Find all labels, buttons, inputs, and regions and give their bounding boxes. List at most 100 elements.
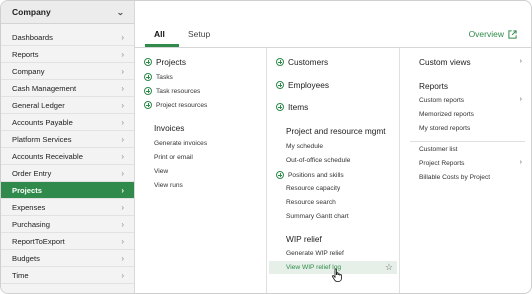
print-or-email-link[interactable]: Print or email: [154, 154, 193, 161]
sidebar-header-label: Company: [12, 7, 51, 17]
sidebar-item-label: Budgets: [12, 253, 40, 263]
plus-icon: [276, 58, 284, 66]
sidebar-item-label: Cash Management: [12, 83, 77, 93]
chevron-right-icon: ›: [121, 151, 124, 161]
sidebar: Company ⌄ Dashboards › Reports › Company › …: [1, 1, 135, 293]
chevron-right-icon: ›: [519, 58, 522, 65]
sidebar-item-label: ReportToExport: [12, 236, 65, 246]
billable-costs-by-project-link[interactable]: Billable Costs by Project: [419, 174, 490, 181]
custom-reports-link[interactable]: Custom reports: [419, 97, 464, 104]
sidebar-item-budgets[interactable]: Budgets ›: [1, 250, 134, 267]
my-schedule-link[interactable]: My schedule: [286, 143, 323, 150]
project-resource-mgmt-heading: Project and resource mgmt: [286, 126, 386, 136]
memorized-reports-link[interactable]: Memorized reports: [419, 111, 474, 118]
generate-wip-relief-link[interactable]: Generate WIP relief: [286, 250, 344, 257]
chevron-right-icon: ›: [121, 219, 124, 229]
items-link[interactable]: Items: [276, 102, 308, 112]
sidebar-item-label: Projects: [12, 185, 42, 195]
view-runs-link[interactable]: View runs: [154, 182, 183, 189]
my-stored-reports-link[interactable]: My stored reports: [419, 125, 470, 132]
sidebar-item-purchasing[interactable]: Purchasing ›: [1, 216, 134, 233]
employees-label: Employees: [288, 80, 330, 90]
chevron-right-icon: ›: [121, 134, 124, 144]
sidebar-item-label: Platform Services: [12, 134, 72, 144]
wip-relief-heading: WIP relief: [286, 234, 322, 244]
task-resources-label: Task resources: [156, 87, 201, 95]
out-of-office-schedule-link[interactable]: Out-of-office schedule: [286, 157, 350, 164]
tab-all[interactable]: All: [154, 29, 165, 39]
chevron-down-icon: ⌄: [116, 7, 125, 17]
summary-gantt-chart-link[interactable]: Summary Gantt chart: [286, 213, 349, 220]
positions-and-skills-link[interactable]: Positions and skills: [276, 171, 344, 179]
sidebar-item-label: Purchasing: [12, 219, 50, 229]
sidebar-item-label: Dashboards: [12, 32, 53, 42]
sidebar-item-cash-management[interactable]: Cash Management ›: [1, 80, 134, 97]
project-resources-label: Project resources: [156, 101, 208, 109]
active-tab-indicator: [145, 44, 179, 47]
menu-panel: All Setup Overview Projects Tasks Task r…: [135, 1, 531, 293]
overview-link[interactable]: Overview: [469, 29, 517, 39]
divider: [410, 141, 525, 142]
project-resources-link[interactable]: Project resources: [144, 101, 207, 109]
task-resources-link[interactable]: Task resources: [144, 87, 200, 95]
plus-icon: [144, 87, 152, 95]
customers-link[interactable]: Customers: [276, 57, 328, 67]
chevron-right-icon: ›: [121, 32, 124, 42]
sidebar-item-time[interactable]: Time ›: [1, 267, 134, 284]
sidebar-item-projects[interactable]: Projects ›: [1, 182, 134, 199]
customers-label: Customers: [288, 57, 329, 67]
sidebar-item-label: Accounts Payable: [12, 117, 73, 127]
plus-icon: [276, 81, 284, 89]
sidebar-menu: Dashboards › Reports › Company › Cash Manag…: [1, 24, 134, 284]
projects-link[interactable]: Projects: [144, 57, 186, 67]
invoices-heading: Invoices: [154, 123, 185, 133]
sidebar-item-accounts-payable[interactable]: Accounts Payable ›: [1, 114, 134, 131]
sidebar-item-expenses[interactable]: Expenses ›: [1, 199, 134, 216]
sidebar-item-reports[interactable]: Reports ›: [1, 46, 134, 63]
tasks-link[interactable]: Tasks: [144, 73, 173, 81]
resource-capacity-link[interactable]: Resource capacity: [286, 185, 340, 192]
resource-search-link[interactable]: Resource search: [286, 199, 336, 206]
chevron-right-icon: ›: [121, 83, 124, 93]
external-link-icon: [508, 29, 517, 39]
hand-cursor-icon: [331, 268, 342, 282]
chevron-right-icon: ›: [121, 168, 124, 178]
plus-icon: [144, 73, 152, 81]
custom-views-link[interactable]: Custom views: [419, 57, 471, 67]
chevron-right-icon: ›: [121, 185, 124, 195]
sidebar-item-accounts-receivable[interactable]: Accounts Receivable ›: [1, 148, 134, 165]
tab-setup[interactable]: Setup: [188, 29, 210, 39]
sidebar-item-platform-services[interactable]: Platform Services ›: [1, 131, 134, 148]
project-reports-link[interactable]: Project Reports: [419, 160, 464, 167]
sidebar-company-selector[interactable]: Company ⌄: [1, 1, 134, 24]
sidebar-item-label: Company: [12, 66, 45, 76]
overview-label: Overview: [468, 29, 504, 39]
projects-label: Projects: [156, 57, 186, 67]
sidebar-item-label: Order Entry: [12, 168, 52, 178]
sidebar-item-label: Time: [12, 270, 29, 280]
sidebar-item-order-entry[interactable]: Order Entry ›: [1, 165, 134, 182]
sidebar-item-label: General Ledger: [12, 100, 65, 110]
chevron-right-icon: ›: [121, 236, 124, 246]
chevron-right-icon: ›: [121, 100, 124, 110]
sidebar-item-reporttoexport[interactable]: ReportToExport ›: [1, 233, 134, 250]
view-link[interactable]: View: [154, 168, 168, 175]
sidebar-item-label: Reports: [12, 49, 39, 59]
chevron-right-icon: ›: [121, 202, 124, 212]
chevron-right-icon: ›: [121, 117, 124, 127]
tab-bar: All Setup Overview: [135, 23, 531, 48]
items-label: Items: [288, 102, 309, 112]
menu-column-3: Custom views › Reports Custom reports › …: [399, 48, 531, 293]
plus-icon: [276, 103, 284, 111]
menu-column-2: Customers Employees Items Project and re…: [266, 48, 399, 293]
chevron-right-icon: ›: [121, 253, 124, 263]
sidebar-item-company[interactable]: Company ›: [1, 63, 134, 80]
sidebar-item-dashboards[interactable]: Dashboards ›: [1, 29, 134, 46]
employees-link[interactable]: Employees: [276, 80, 329, 90]
star-icon[interactable]: ☆: [385, 261, 393, 274]
generate-invoices-link[interactable]: Generate invoices: [154, 140, 207, 147]
sidebar-item-label: Expenses: [12, 202, 46, 212]
plus-icon: [276, 171, 284, 179]
customer-list-link[interactable]: Customer list: [419, 146, 457, 153]
sidebar-item-general-ledger[interactable]: General Ledger ›: [1, 97, 134, 114]
